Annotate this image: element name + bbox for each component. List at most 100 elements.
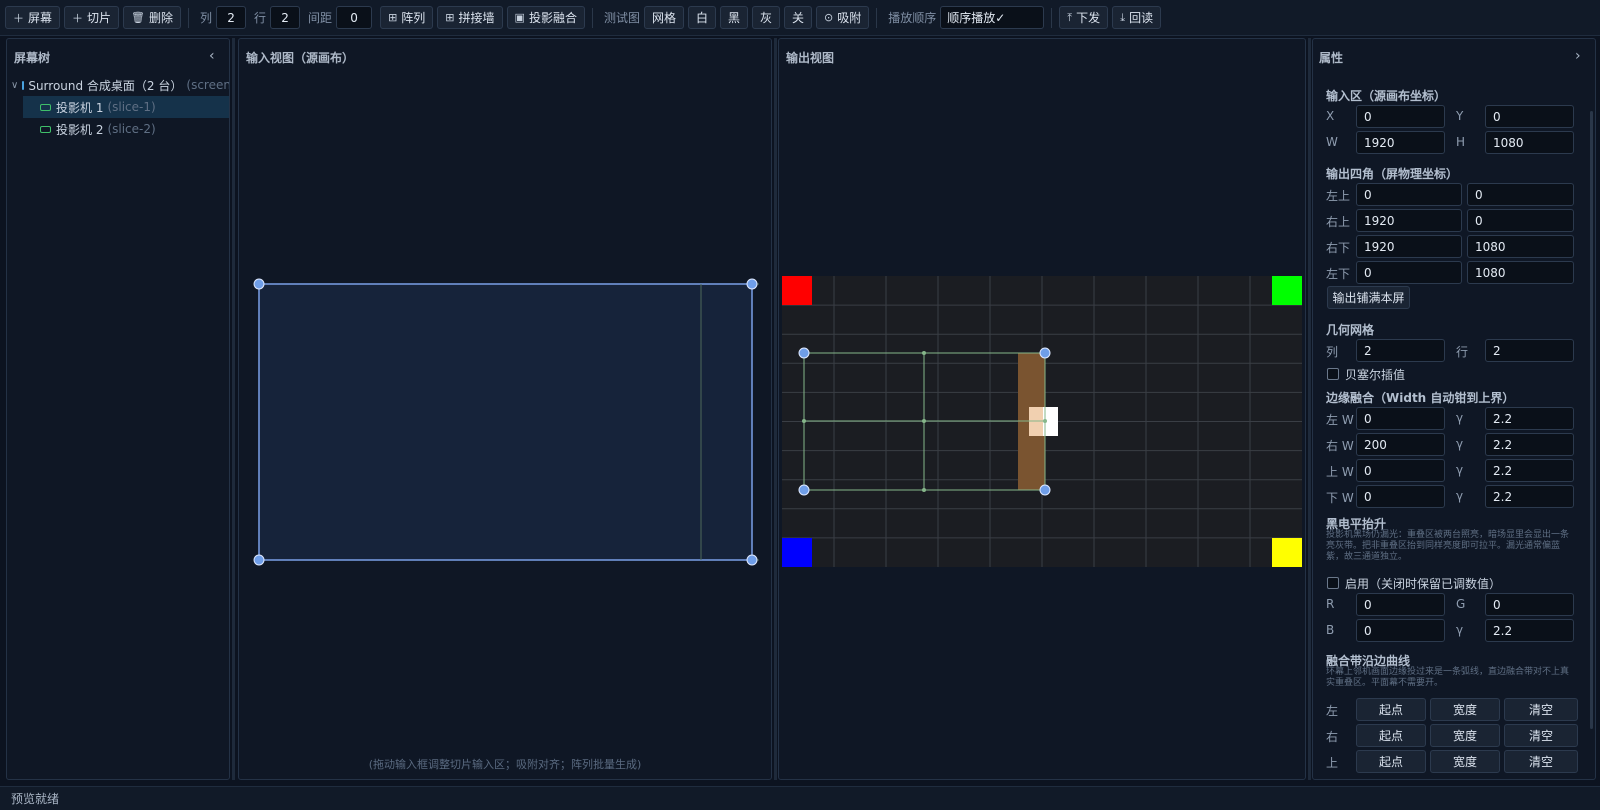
blend-right-width-field[interactable]: 200 [1356, 433, 1445, 456]
curve-top-start-button[interactable]: 起点 [1356, 750, 1426, 773]
gap-input[interactable]: 0 [336, 6, 373, 29]
cols-input[interactable]: 2 [216, 6, 247, 29]
bezier-label: 贝塞尔插值 [1345, 368, 1406, 382]
test-black-button[interactable]: 黑 [720, 6, 749, 29]
output-view-panel: 输出视图 [778, 38, 1306, 780]
input-y-field[interactable]: 0 [1485, 105, 1574, 128]
corner-tl-y-field[interactable]: 0 [1467, 183, 1574, 206]
snap-button[interactable]: ⊙ 吸附 [816, 6, 870, 29]
screen-tree-panel: 屏幕树 ‹ ∨ Surround 合成桌面（2 台） (screen 投影机 1… [6, 38, 230, 780]
output-handle-tl[interactable] [798, 347, 810, 359]
corner-bl-label: 左下 [1326, 267, 1351, 281]
input-view-panel: 输入视图（源画布） (拖动输入框调整切片输入区；吸附对齐；阵列批量生成) [238, 38, 772, 780]
delete-button[interactable]: 🗑 删除 [123, 6, 182, 29]
corner-bl-y-field[interactable]: 1080 [1467, 261, 1574, 284]
input-canvas[interactable] [239, 39, 772, 780]
input-handle-tr[interactable] [746, 278, 758, 290]
blend-top-gamma-field[interactable]: 2.2 [1485, 459, 1574, 482]
output-canvas[interactable] [779, 39, 1306, 780]
toolbar-separator [1051, 7, 1053, 28]
status-bar: 预览就绪 [0, 786, 1600, 810]
blend-left-width-field[interactable]: 0 [1356, 407, 1445, 430]
add-slice-button[interactable]: ＋切片 [64, 6, 120, 29]
collapse-left-icon[interactable]: ‹ [209, 48, 215, 64]
splitter[interactable] [774, 38, 777, 780]
test-white-button[interactable]: 白 [687, 6, 716, 29]
properties-title: 属性 [1319, 51, 1344, 65]
curve-top-width-button[interactable]: 宽度 [1430, 750, 1500, 773]
curve-right-width-button[interactable]: 宽度 [1430, 724, 1500, 747]
corner-bl-x-field[interactable]: 0 [1356, 261, 1462, 284]
output-handle-br[interactable] [1039, 484, 1051, 496]
blend-right-label: 右 W [1326, 439, 1354, 453]
collapse-right-icon[interactable]: › [1575, 48, 1581, 64]
curve-left-start-button[interactable]: 起点 [1356, 698, 1426, 721]
corner-br-label: 右下 [1326, 241, 1351, 255]
splitter[interactable] [1308, 38, 1311, 780]
test-off-button[interactable]: 关 [784, 6, 813, 29]
blend-bottom-gamma-field[interactable]: 2.2 [1485, 485, 1574, 508]
black-level-enable-label: 启用（关闭时保留已调数值） [1345, 577, 1502, 591]
curve-left-width-button[interactable]: 宽度 [1430, 698, 1500, 721]
corner-tr-x-field[interactable]: 1920 [1356, 209, 1462, 232]
array-button[interactable]: ⊞ 阵列 [380, 6, 434, 29]
blend-left-gamma-field[interactable]: 2.2 [1485, 407, 1574, 430]
edge-blend-heading: 边缘融合（Width 自动钳到上界） [1326, 391, 1515, 405]
stitch-wall-button[interactable]: ⊞ 拼接墙 [437, 6, 503, 29]
curve-left-clear-button[interactable]: 清空 [1504, 698, 1578, 721]
corner-swatch-br [1272, 538, 1302, 567]
monitor-icon [22, 80, 25, 90]
corner-tl-x-field[interactable]: 0 [1356, 183, 1462, 206]
input-w-field[interactable]: 1920 [1356, 131, 1445, 154]
curve-top-clear-button[interactable]: 清空 [1504, 750, 1578, 773]
test-gray-button[interactable]: 灰 [752, 6, 781, 29]
bezier-checkbox[interactable] [1327, 368, 1339, 380]
rows-input[interactable]: 2 [270, 6, 301, 29]
tree-item-slice-2[interactable]: 投影机 2 (slice-2) [23, 118, 229, 140]
corner-tr-y-field[interactable]: 0 [1467, 209, 1574, 232]
add-screen-button[interactable]: ＋屏幕 [5, 6, 61, 29]
properties-scrollbar[interactable] [1590, 111, 1593, 729]
input-handle-tl[interactable] [253, 278, 265, 290]
tree-item-root[interactable]: ∨ Surround 合成桌面（2 台） (screen [7, 74, 229, 96]
input-handle-bl[interactable] [253, 554, 265, 566]
toolbar: ＋屏幕 ＋切片 🗑 删除 列 2 行 2 间距 0 ⊞ 阵列 ⊞ 拼接墙 ▣ 投影融合 … [0, 0, 1600, 36]
push-button[interactable]: ⤒ 下发 [1059, 6, 1109, 29]
plus-icon: ＋ [13, 11, 24, 25]
curve-right-start-button[interactable]: 起点 [1356, 724, 1426, 747]
geo-rows-label: 行 [1456, 345, 1469, 359]
corner-br-x-field[interactable]: 1920 [1356, 235, 1462, 258]
toolbar-separator [188, 7, 190, 28]
input-area-rect[interactable] [258, 283, 753, 561]
projection-blend-button[interactable]: ▣ 投影融合 [506, 6, 585, 29]
corner-swatch-bl [782, 538, 812, 567]
black-g-field[interactable]: 0 [1485, 593, 1574, 616]
geo-rows-field[interactable]: 2 [1485, 339, 1574, 362]
black-r-field[interactable]: 0 [1356, 593, 1445, 616]
curve-right-clear-button[interactable]: 清空 [1504, 724, 1578, 747]
input-handle-br[interactable] [746, 554, 758, 566]
curve-left-label: 左 [1326, 704, 1339, 718]
black-level-enable-checkbox[interactable] [1327, 577, 1339, 589]
play-order-select[interactable]: 顺序播放✓ [940, 6, 1045, 29]
input-h-field[interactable]: 1080 [1485, 131, 1574, 154]
blend-top-width-field[interactable]: 0 [1356, 459, 1445, 482]
screen-tree-title: 屏幕树 [14, 51, 51, 65]
black-b-field[interactable]: 0 [1356, 619, 1445, 642]
readback-button[interactable]: ⤓ 回读 [1112, 6, 1162, 29]
play-order-label: 播放顺序 [888, 11, 937, 25]
blend-right-gamma-field[interactable]: 2.2 [1485, 433, 1574, 456]
geo-cols-field[interactable]: 2 [1356, 339, 1445, 362]
chevron-down-icon[interactable]: ∨ [11, 80, 18, 91]
test-grid-button[interactable]: 网格 [643, 6, 684, 29]
black-gamma-field[interactable]: 2.2 [1485, 619, 1574, 642]
output-handle-tr[interactable] [1039, 347, 1051, 359]
blend-bottom-width-field[interactable]: 0 [1356, 485, 1445, 508]
blend-curve-note: 环幕上邻机画面边缘投过来是一条弧线，直边融合带对不上真实重叠区。平面幕不需要开。 [1326, 667, 1570, 688]
tree-item-slice-1[interactable]: 投影机 1 (slice-1) [23, 96, 229, 118]
splitter[interactable] [232, 38, 235, 780]
output-handle-bl[interactable] [798, 484, 810, 496]
input-x-field[interactable]: 0 [1356, 105, 1445, 128]
fill-screen-button[interactable]: 输出铺满本屏 [1327, 286, 1410, 309]
corner-br-y-field[interactable]: 1080 [1467, 235, 1574, 258]
